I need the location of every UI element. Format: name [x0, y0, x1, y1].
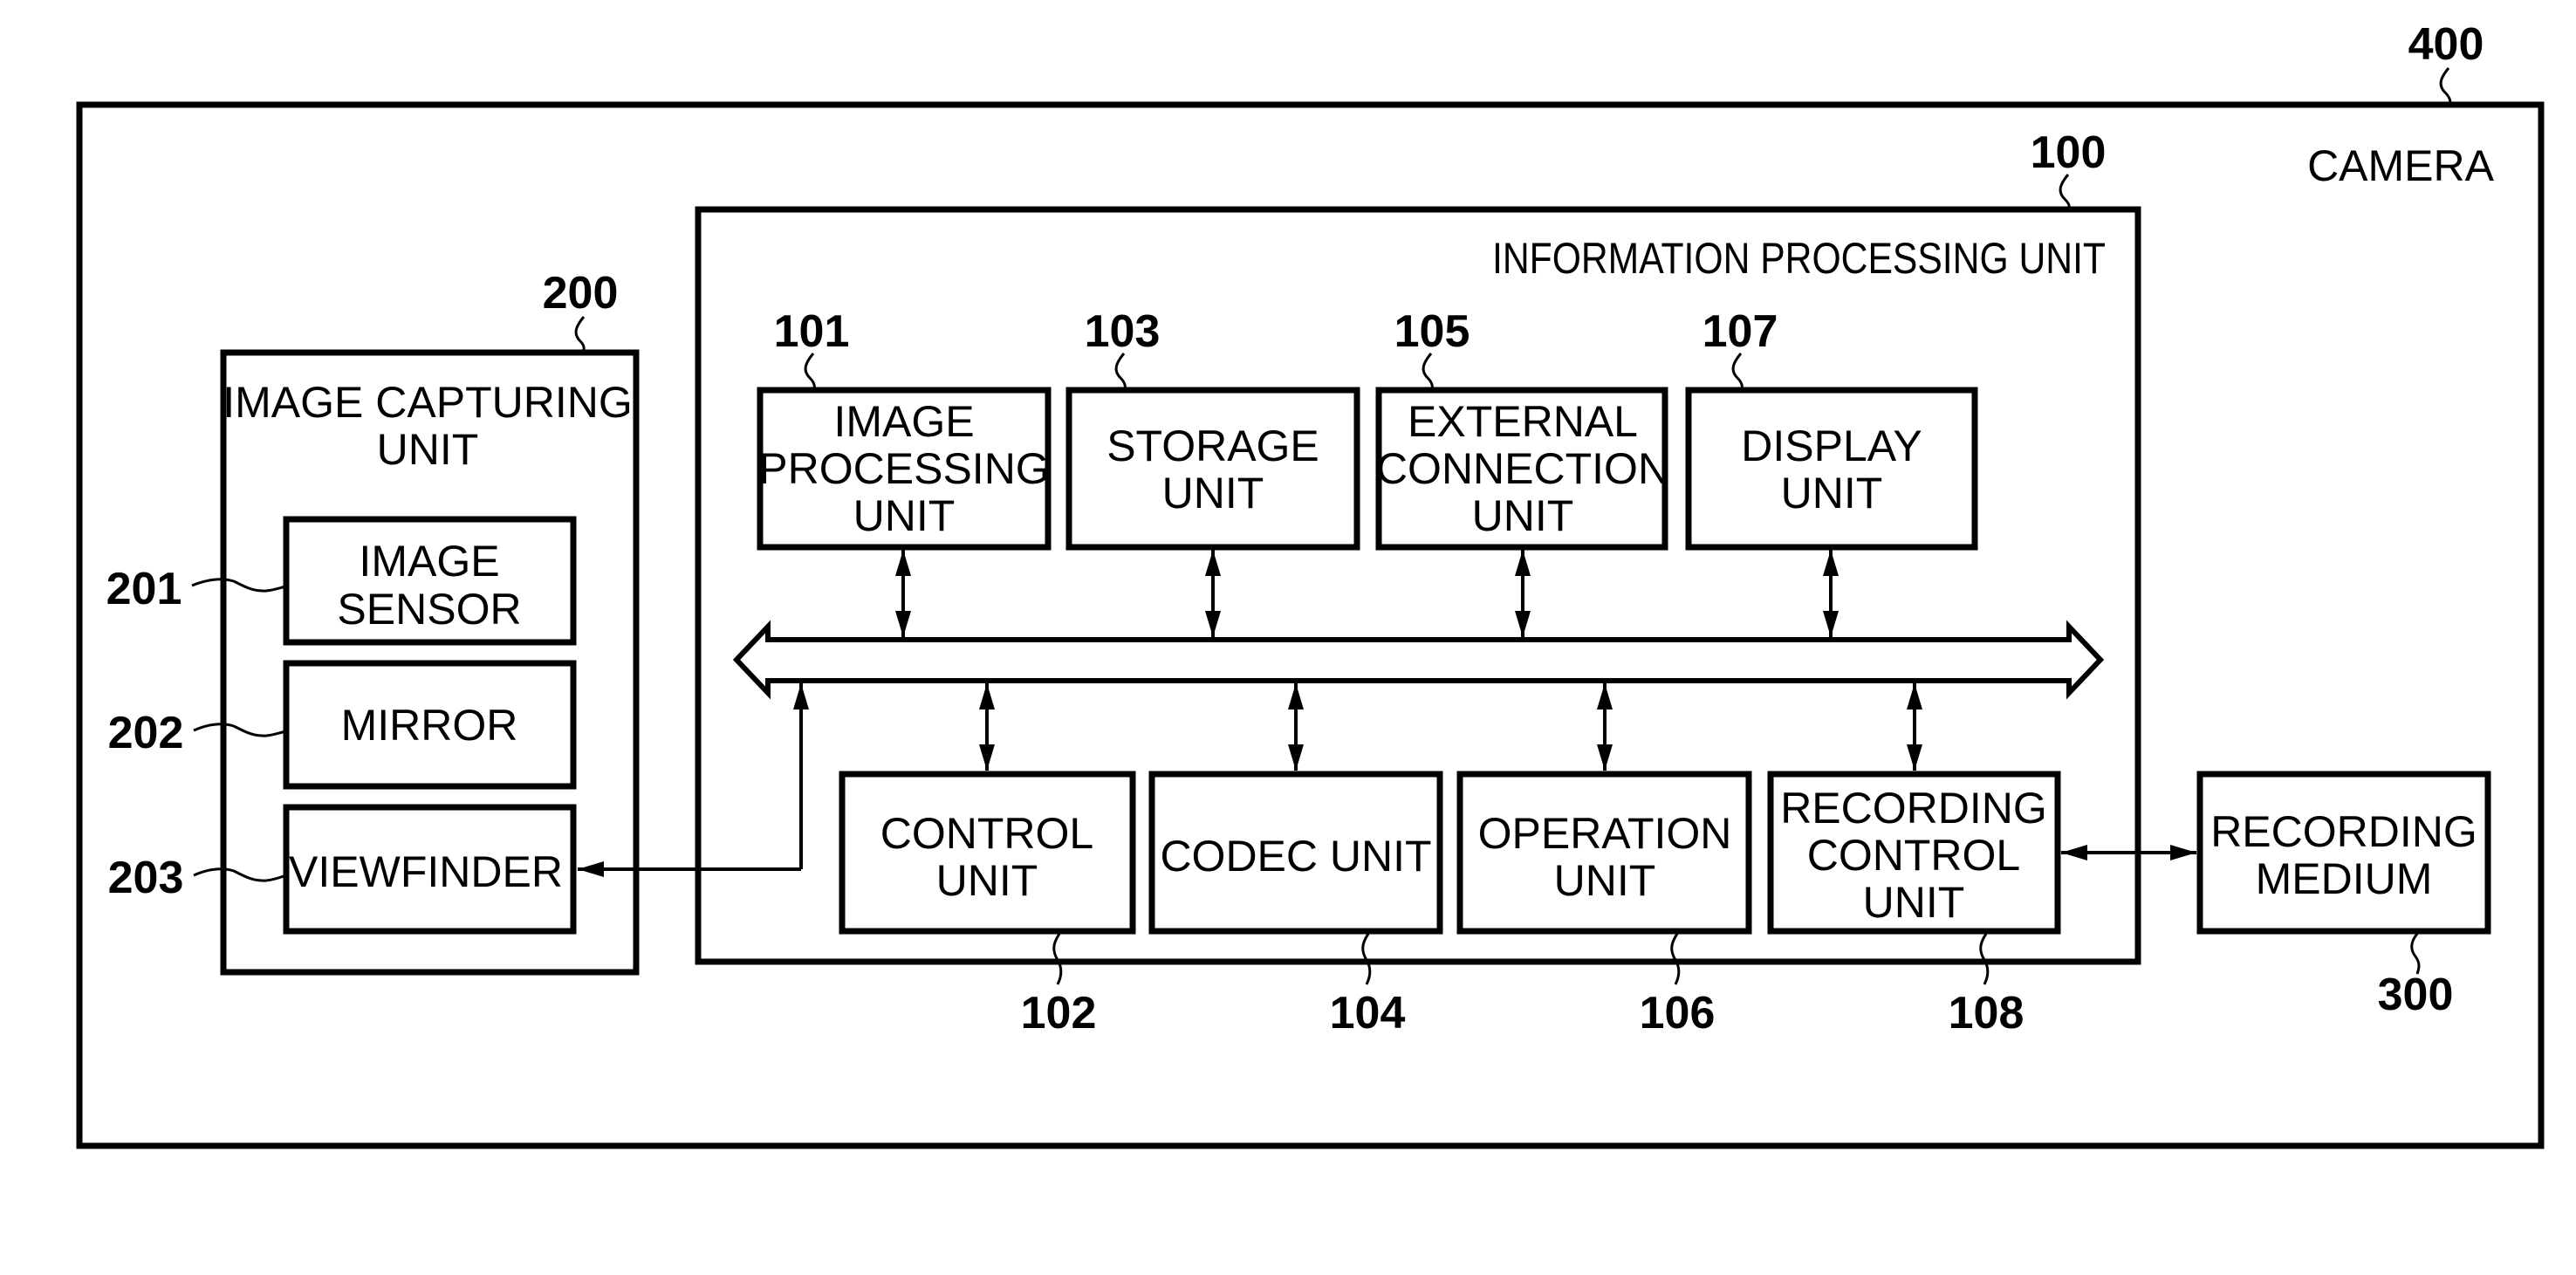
- external-connection-unit-ref: 105: [1394, 306, 1470, 357]
- image-processing-unit-ref: 101: [774, 306, 850, 357]
- camera-ref: 400: [2408, 19, 2484, 70]
- image-capturing-unit-ref: 200: [543, 268, 619, 319]
- operation-unit-label-line1: OPERATION: [1478, 809, 1732, 858]
- operation-unit-label-line2: UNIT: [1554, 856, 1656, 905]
- recording-control-unit-ref: 108: [1949, 988, 2024, 1039]
- control-unit-label-line2: UNIT: [936, 856, 1038, 905]
- image-sensor-label-line1: IMAGE: [359, 537, 499, 586]
- image-sensor-ref: 201: [106, 564, 182, 614]
- display-unit-ref: 107: [1702, 306, 1778, 357]
- recording-control-unit-label-line3: UNIT: [1863, 878, 1965, 927]
- information-processing-unit-ref: 100: [2031, 127, 2107, 178]
- control-unit-label-line1: CONTROL: [880, 809, 1093, 858]
- display-unit-label-line1: DISPLAY: [1741, 422, 1922, 470]
- external-connection-unit-label-line1: EXTERNAL: [1408, 397, 1638, 446]
- image-capturing-unit-label-line2: UNIT: [377, 425, 479, 474]
- storage-unit-ref: 103: [1085, 306, 1161, 357]
- mirror-label: MIRROR: [341, 701, 518, 750]
- viewfinder-label: VIEWFINDER: [289, 847, 563, 896]
- control-unit-ref: 102: [1021, 988, 1097, 1039]
- image-sensor-label-line2: SENSOR: [337, 585, 521, 634]
- recording-medium-label-line1: RECORDING: [2210, 807, 2477, 856]
- storage-unit-label-line2: UNIT: [1162, 469, 1264, 518]
- recording-control-unit-label-line2: CONTROL: [1807, 831, 2020, 880]
- codec-unit-ref: 104: [1330, 988, 1406, 1039]
- recording-control-unit-label-line1: RECORDING: [1780, 784, 2047, 833]
- image-processing-unit-label-line3: UNIT: [853, 491, 956, 540]
- image-processing-unit-label-line1: IMAGE: [833, 397, 974, 446]
- recording-medium-ref: 300: [2378, 970, 2454, 1020]
- block-diagram: 400 CAMERA 200 IMAGE CAPTURING UNIT IMAG…: [76, 19, 2545, 1149]
- external-connection-unit-label-line3: UNIT: [1472, 491, 1574, 540]
- codec-unit-label: CODEC UNIT: [1160, 832, 1431, 881]
- camera-leader-line: [2439, 67, 2452, 106]
- camera-label: CAMERA: [2307, 141, 2495, 190]
- recording-medium-label-line2: MEDIUM: [2256, 854, 2433, 903]
- external-connection-unit-label-line2: CONNECTION: [1376, 444, 1669, 493]
- operation-unit-ref: 106: [1640, 988, 1716, 1039]
- mirror-ref: 202: [108, 708, 184, 758]
- image-capturing-unit-label-line1: IMAGE CAPTURING: [223, 378, 632, 427]
- viewfinder-ref: 203: [108, 853, 184, 903]
- image-processing-unit-label-line2: PROCESSING: [758, 444, 1049, 493]
- storage-unit-label-line1: STORAGE: [1106, 422, 1319, 470]
- information-processing-unit-label: INFORMATION PROCESSING UNIT: [1492, 234, 2106, 283]
- display-unit-label-line2: UNIT: [1781, 469, 1883, 518]
